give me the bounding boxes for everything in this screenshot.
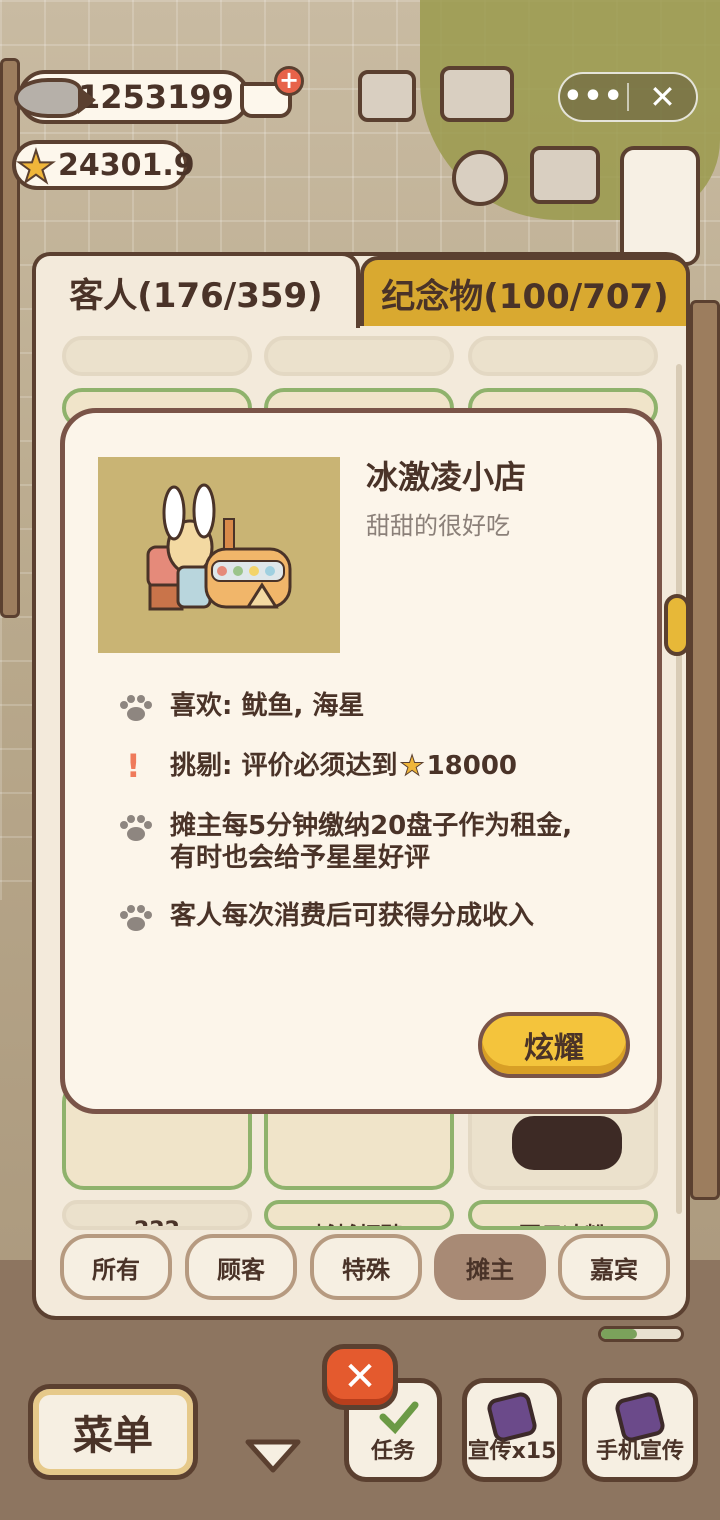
- picky-text: 挑剔: 评价必须达到: [170, 751, 398, 781]
- filter-special[interactable]: 特殊: [310, 1234, 422, 1300]
- guest-card[interactable]: [264, 336, 454, 376]
- shop-cart-button[interactable]: +: [236, 66, 306, 128]
- guest-portrait: [98, 457, 340, 653]
- filter-customers[interactable]: 顾客: [185, 1234, 297, 1300]
- show-off-label: 炫耀: [524, 1031, 584, 1066]
- guest-book-icon[interactable]: [440, 66, 514, 122]
- picky-value: 18000: [426, 751, 518, 781]
- close-x-icon[interactable]: ✕: [322, 1344, 398, 1410]
- tab-guests-label: 客人(176/359): [69, 275, 323, 316]
- paw-icon: [116, 810, 154, 842]
- rent-text-line1: 摊主每5分钟缴纳20盘子作为租金,: [170, 811, 573, 841]
- filter-label: 摊主: [466, 1255, 514, 1284]
- ice-cream-shop-illustration: [146, 483, 292, 611]
- promo-button[interactable]: 宣传x15: [462, 1378, 562, 1482]
- more-menu-button[interactable]: •••: [560, 82, 627, 112]
- list-scrollbar[interactable]: [676, 364, 682, 1214]
- phone-promo-button[interactable]: 手机宣传: [582, 1378, 698, 1482]
- filter-label: 嘉宾: [590, 1255, 638, 1284]
- revenue-share-row: 客人每次消费后可获得分成收入: [116, 900, 636, 932]
- paw-icon: [116, 690, 154, 722]
- filter-guest-star[interactable]: 嘉宾: [558, 1234, 670, 1300]
- rent-text-block: 摊主每5分钟缴纳20盘子作为租金, 有时也会给予星星好评: [170, 810, 572, 874]
- likes-row: 喜欢: 鱿鱼, 海星: [116, 690, 636, 722]
- star-icon: ★: [399, 749, 425, 782]
- star-icon: ★: [15, 142, 56, 193]
- guest-tagline: 甜甜的很好吃: [366, 512, 510, 540]
- gear-icon[interactable]: [452, 150, 508, 206]
- picky-row: ! 挑剔: 评价必须达到 ★ 18000: [116, 747, 636, 785]
- promo-label: 宣传x15: [467, 1439, 557, 1464]
- exclamation-icon: !: [126, 747, 141, 785]
- locked-silhouette: [512, 1116, 622, 1170]
- filter-label: 特殊: [342, 1255, 390, 1284]
- paw-icon: [116, 900, 154, 932]
- tab-souvenirs[interactable]: 纪念物(100/707): [360, 256, 690, 326]
- guest-card[interactable]: 摊摊招聘: [264, 1200, 454, 1230]
- menu-button[interactable]: 菜单: [28, 1384, 198, 1480]
- tab-guests[interactable]: 客人(176/359): [32, 252, 360, 328]
- close-miniprogram-button[interactable]: ✕: [629, 81, 696, 113]
- tab-souvenirs-label: 纪念物(100/707): [381, 276, 669, 317]
- filter-label: 所有: [92, 1255, 140, 1284]
- guest-card-label: 夏日冰粉: [472, 1218, 654, 1226]
- wooden-post-right: [690, 300, 720, 1200]
- filter-stall-owner[interactable]: 摊主: [434, 1234, 546, 1300]
- star-rating-counter: ★ 24301.9: [12, 140, 195, 193]
- phone-promo-label: 手机宣传: [595, 1439, 684, 1464]
- guest-card[interactable]: [62, 336, 252, 376]
- guest-card-label: 222: [66, 1218, 248, 1226]
- likes-text: 喜欢: 鱿鱼, 海星: [170, 691, 365, 721]
- fish-currency-counter: 1253199: [14, 70, 250, 124]
- filter-all[interactable]: 所有: [60, 1234, 172, 1300]
- guest-card[interactable]: 222: [62, 1200, 252, 1230]
- fish-count: 1253199: [78, 78, 234, 116]
- rent-row: 摊主每5分钟缴纳20盘子作为租金, 有时也会给予星星好评: [116, 810, 636, 874]
- phone-promo-progress-fill: [601, 1329, 637, 1339]
- cart-plus-icon: +: [274, 66, 304, 96]
- guest-card[interactable]: [468, 336, 658, 376]
- show-off-button[interactable]: 炫耀: [478, 1012, 630, 1078]
- menu-label: 菜单: [73, 1413, 153, 1459]
- revenue-share-text: 客人每次消费后可获得分成收入: [170, 901, 535, 931]
- guest-card[interactable]: 夏日冰粉: [468, 1200, 658, 1230]
- star-rating: 24301.9: [58, 147, 195, 183]
- miniprogram-capsule: ••• ✕: [558, 72, 698, 122]
- guest-name: 冰激凌小店: [366, 458, 527, 496]
- leaderboard-button[interactable]: [620, 146, 700, 266]
- filter-label: 顾客: [217, 1255, 265, 1284]
- task-label: 任务: [370, 1439, 415, 1464]
- rent-text-line2: 有时也会给予星星好评: [170, 843, 431, 873]
- newspaper-icon[interactable]: [358, 70, 416, 122]
- chevron-down-icon[interactable]: [244, 1436, 302, 1476]
- scrollbar-handle[interactable]: [664, 594, 690, 656]
- map-icon[interactable]: [530, 146, 600, 204]
- guest-card-label: 摊摊招聘: [268, 1218, 450, 1226]
- fish-icon: [14, 78, 96, 118]
- phone-promo-progress: [598, 1326, 684, 1342]
